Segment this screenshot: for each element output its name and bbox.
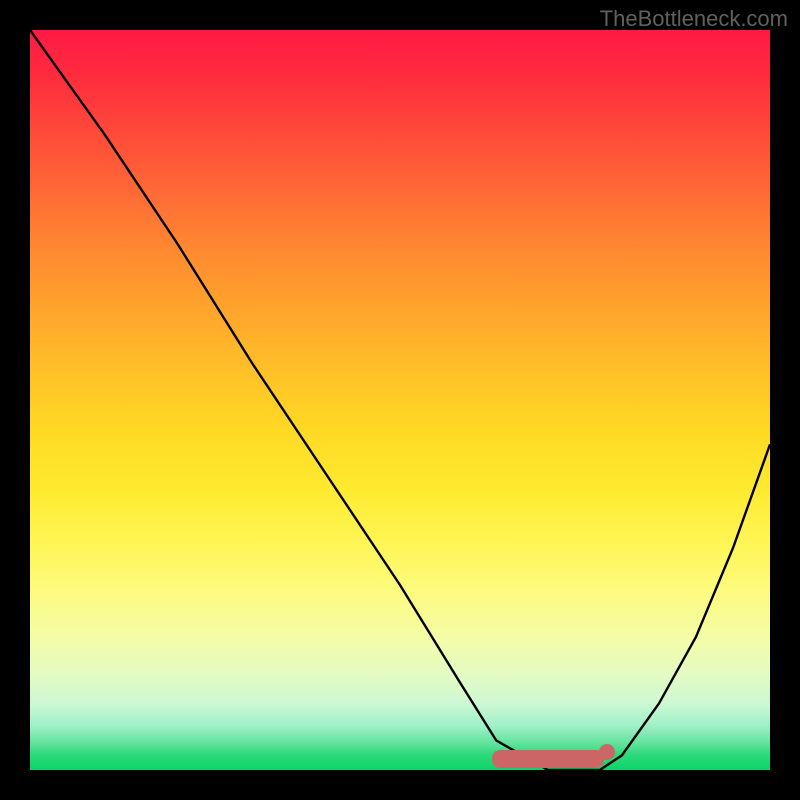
watermark-text: TheBottleneck.com	[600, 6, 788, 32]
chart-plot-area	[30, 30, 770, 770]
optimum-range-marker	[492, 750, 604, 768]
bottleneck-curve	[30, 30, 770, 770]
